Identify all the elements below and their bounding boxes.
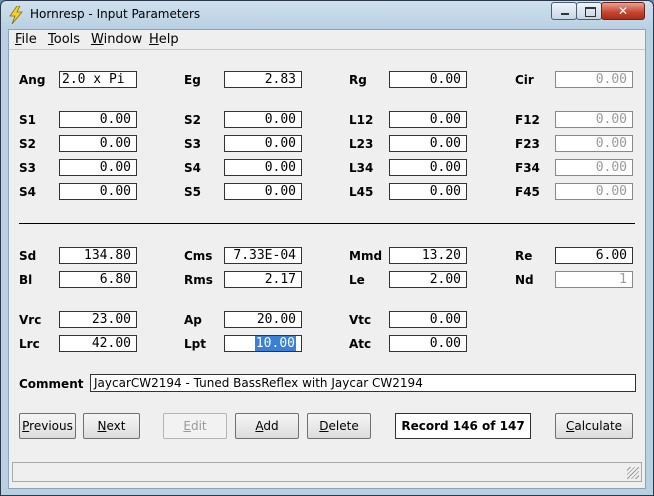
- label-re: Re: [515, 249, 533, 263]
- ang-field[interactable]: 2.0 x Pi: [59, 71, 137, 88]
- record-indicator: Record 146 of 147: [395, 413, 531, 439]
- label-lpt: Lpt: [184, 337, 206, 351]
- l45-field[interactable]: 0.00: [389, 183, 467, 200]
- label-f23: F23: [515, 137, 540, 151]
- label-f34: F34: [515, 161, 540, 175]
- label-mmd: Mmd: [349, 249, 383, 263]
- l34-field[interactable]: 0.00: [389, 159, 467, 176]
- close-button[interactable]: ✕: [601, 2, 645, 20]
- s4-field-right[interactable]: 0.00: [224, 159, 302, 176]
- s5-field[interactable]: 0.00: [224, 183, 302, 200]
- label-atc: Atc: [349, 337, 372, 351]
- label-vrc: Vrc: [19, 313, 42, 327]
- sd-field[interactable]: 134.80: [59, 247, 137, 264]
- l12-field[interactable]: 0.00: [389, 111, 467, 128]
- eg-field[interactable]: 2.83: [224, 71, 302, 88]
- section-divider: [19, 223, 635, 224]
- s1-field[interactable]: 0.00: [59, 111, 137, 128]
- label-l45: L45: [349, 185, 374, 199]
- le-field[interactable]: 2.00: [389, 271, 467, 288]
- label-bl: Bl: [19, 273, 33, 287]
- label-s1: S1: [19, 113, 36, 127]
- label-f45: F45: [515, 185, 540, 199]
- maximize-icon: [585, 7, 596, 17]
- label-s4: S4: [19, 185, 36, 199]
- vrc-field[interactable]: 23.00: [59, 311, 137, 328]
- label-nd: Nd: [515, 273, 534, 287]
- lightning-bolt-icon: [9, 6, 23, 24]
- label-s2-right: S2: [184, 113, 201, 127]
- maximize-button[interactable]: [576, 2, 602, 20]
- s2-field[interactable]: 0.00: [59, 135, 137, 152]
- next-button[interactable]: Next: [83, 413, 140, 439]
- f34-field: 0.00: [555, 159, 633, 176]
- label-s3-right: S3: [184, 137, 201, 151]
- close-icon: ✕: [617, 4, 629, 18]
- rg-field[interactable]: 0.00: [389, 71, 467, 88]
- menu-tools[interactable]: Tools: [48, 32, 80, 47]
- label-s4-right: S4: [184, 161, 201, 175]
- comment-field[interactable]: JaycarCW2194 - Tuned BassReflex with Jay…: [90, 374, 636, 392]
- re-field[interactable]: 6.00: [555, 247, 633, 264]
- menu-separator: [9, 49, 645, 50]
- mmd-field[interactable]: 13.20: [389, 247, 467, 264]
- label-cir: Cir: [515, 73, 534, 87]
- lrc-field[interactable]: 42.00: [59, 335, 137, 352]
- label-l34: L34: [349, 161, 374, 175]
- label-rms: Rms: [184, 273, 213, 287]
- lpt-field[interactable]: 10.00: [224, 335, 302, 352]
- ap-field[interactable]: 20.00: [224, 311, 302, 328]
- delete-button[interactable]: Delete: [307, 413, 371, 439]
- bl-field[interactable]: 6.80: [59, 271, 137, 288]
- rms-field[interactable]: 2.17: [224, 271, 302, 288]
- s4-field[interactable]: 0.00: [59, 183, 137, 200]
- s3-field[interactable]: 0.00: [59, 159, 137, 176]
- l23-field[interactable]: 0.00: [389, 135, 467, 152]
- main-window: Hornresp - Input Parameters ✕ File Tools…: [0, 0, 654, 496]
- menu-bar: File Tools Window Help: [9, 30, 645, 49]
- label-vtc: Vtc: [349, 313, 372, 327]
- status-bar: [12, 462, 642, 482]
- vtc-field[interactable]: 0.00: [389, 311, 467, 328]
- resize-grip-icon[interactable]: [627, 467, 639, 479]
- f23-field: 0.00: [555, 135, 633, 152]
- label-rg: Rg: [349, 73, 367, 87]
- label-sd: Sd: [19, 249, 37, 263]
- label-ang: Ang: [19, 73, 46, 87]
- lpt-selected-text: 10.00: [254, 336, 296, 351]
- menu-window[interactable]: Window: [91, 32, 142, 47]
- label-s3: S3: [19, 161, 36, 175]
- label-le: Le: [349, 273, 365, 287]
- label-eg: Eg: [184, 73, 201, 87]
- previous-button[interactable]: Previous: [19, 413, 76, 439]
- input-parameters-panel: File Tools Window Help Ang 2.0 x Pi Eg 2…: [8, 29, 646, 489]
- title-bar[interactable]: Hornresp - Input Parameters ✕: [1, 1, 653, 29]
- minimize-button[interactable]: [551, 2, 577, 20]
- cir-field: 0.00: [555, 71, 633, 88]
- f12-field: 0.00: [555, 111, 633, 128]
- label-lrc: Lrc: [19, 337, 40, 351]
- calculate-button[interactable]: Calculate: [555, 413, 633, 439]
- nd-field: 1: [555, 271, 633, 288]
- add-button[interactable]: Add: [235, 413, 299, 439]
- menu-file[interactable]: File: [15, 32, 37, 47]
- label-ap: Ap: [184, 313, 202, 327]
- label-l12: L12: [349, 113, 374, 127]
- menu-help[interactable]: Help: [149, 32, 179, 47]
- label-comment: Comment: [19, 377, 84, 391]
- f45-field: 0.00: [555, 183, 633, 200]
- label-s2: S2: [19, 137, 36, 151]
- label-l23: L23: [349, 137, 374, 151]
- cms-field[interactable]: 7.33E-04: [224, 247, 302, 264]
- window-title: Hornresp - Input Parameters: [30, 7, 201, 21]
- s2-field-right[interactable]: 0.00: [224, 111, 302, 128]
- atc-field[interactable]: 0.00: [389, 335, 467, 352]
- edit-button: Edit: [163, 413, 227, 439]
- s3-field-right[interactable]: 0.00: [224, 135, 302, 152]
- label-f12: F12: [515, 113, 540, 127]
- minimize-icon: [561, 13, 569, 15]
- label-cms: Cms: [184, 249, 213, 263]
- label-s5: S5: [184, 185, 201, 199]
